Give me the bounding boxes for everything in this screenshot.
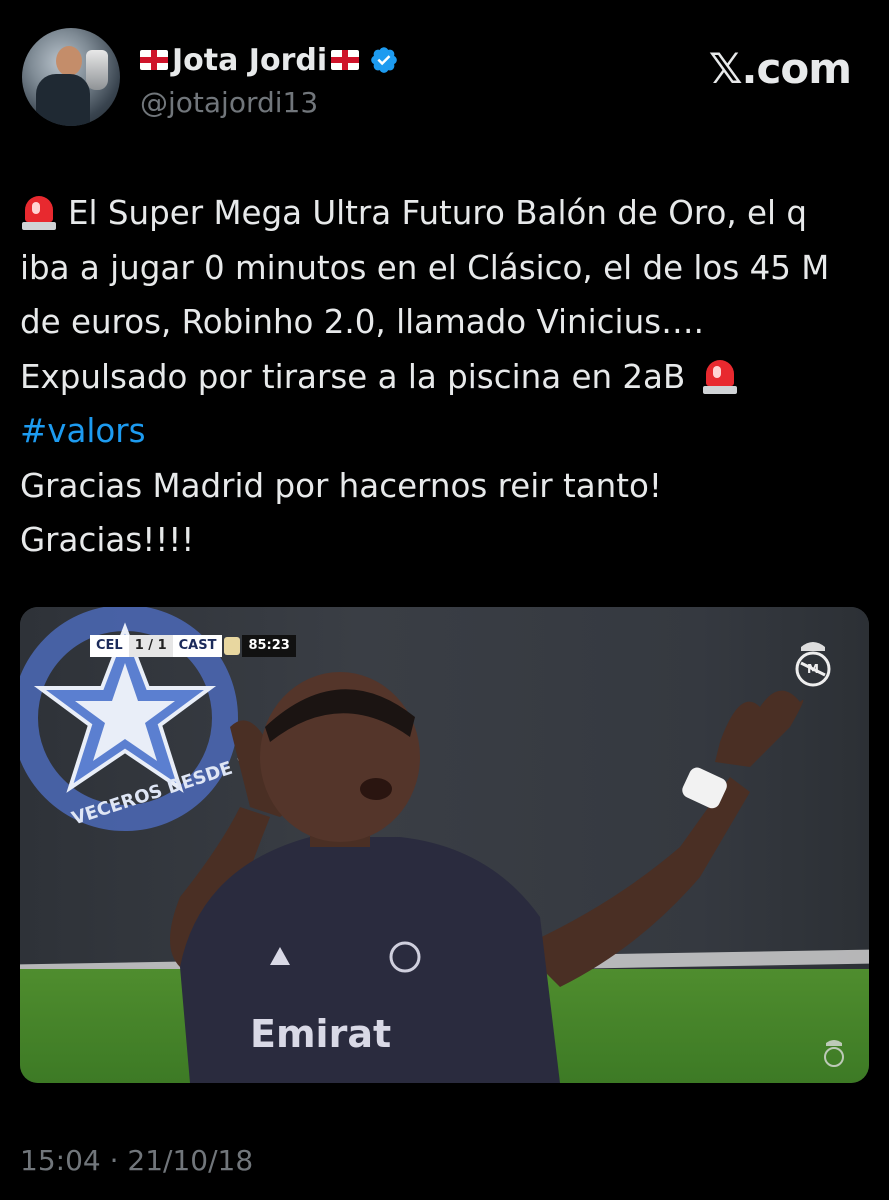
tweet-line: Gracias!!!! [20,513,870,568]
hashtag-link[interactable]: #valors [20,404,146,459]
tweet-line: El Super Mega Ultra Futuro Balón de Oro,… [20,186,870,241]
england-flag-icon [331,50,360,70]
tweet-timestamp[interactable]: 15:04 · 21/10/18 [20,1144,253,1177]
tweet-line-text: Expulsado por tirarse a la piscina en 2a… [20,357,686,396]
tweet-line-text: Gracias!!!! [20,521,195,559]
player-figure: Emirat [170,672,804,1083]
display-name[interactable]: Jota Jordi [172,43,327,78]
england-flag-icon [140,50,168,70]
tweet-line: de euros, Robinho 2.0, llamado Vinicius…… [20,295,870,350]
user-handle[interactable]: @jotajordi13 [140,86,318,119]
avatar[interactable] [22,28,120,126]
tweet-line-text: de euros, Robinho 2.0, llamado Vinicius…… [20,303,704,341]
trophy-shape [86,50,108,90]
police-light-icon [20,194,58,232]
tweet-line: #valors [20,404,870,459]
tweet-line: iba a jugar 0 minutos en el Clásico, el … [20,241,870,296]
verified-badge-icon [371,47,397,73]
tweet-line-text: El Super Mega Ultra Futuro Balón de Oro,… [68,194,808,232]
avatar-body [36,74,90,126]
tweet-line: Gracias Madrid por hacernos reir tanto! [20,459,870,514]
avatar-face [56,46,82,76]
watermark-crest-icon [824,1040,844,1067]
home-team: CEL [90,635,129,657]
police-light-icon [701,358,739,396]
tweet-media-image[interactable]: VECEROS DESDE 1906 CEL 1 / 1 CAST 85:23 … [20,607,869,1083]
jersey-sponsor-text: Emirat [250,1012,391,1056]
tweet-line: Expulsado por tirarse a la piscina en 2a… [20,350,870,405]
display-name-row[interactable]: Jota Jordi [140,40,399,80]
tweet-line-text: Gracias Madrid por hacernos reir tanto! [20,466,662,505]
tweet-line-text: iba a jugar 0 minutos en el Clásico, el … [20,248,830,287]
tweet-text: El Super Mega Ultra Futuro Balón de Oro,… [20,186,870,568]
x-logo: 𝕏.com [708,44,852,93]
